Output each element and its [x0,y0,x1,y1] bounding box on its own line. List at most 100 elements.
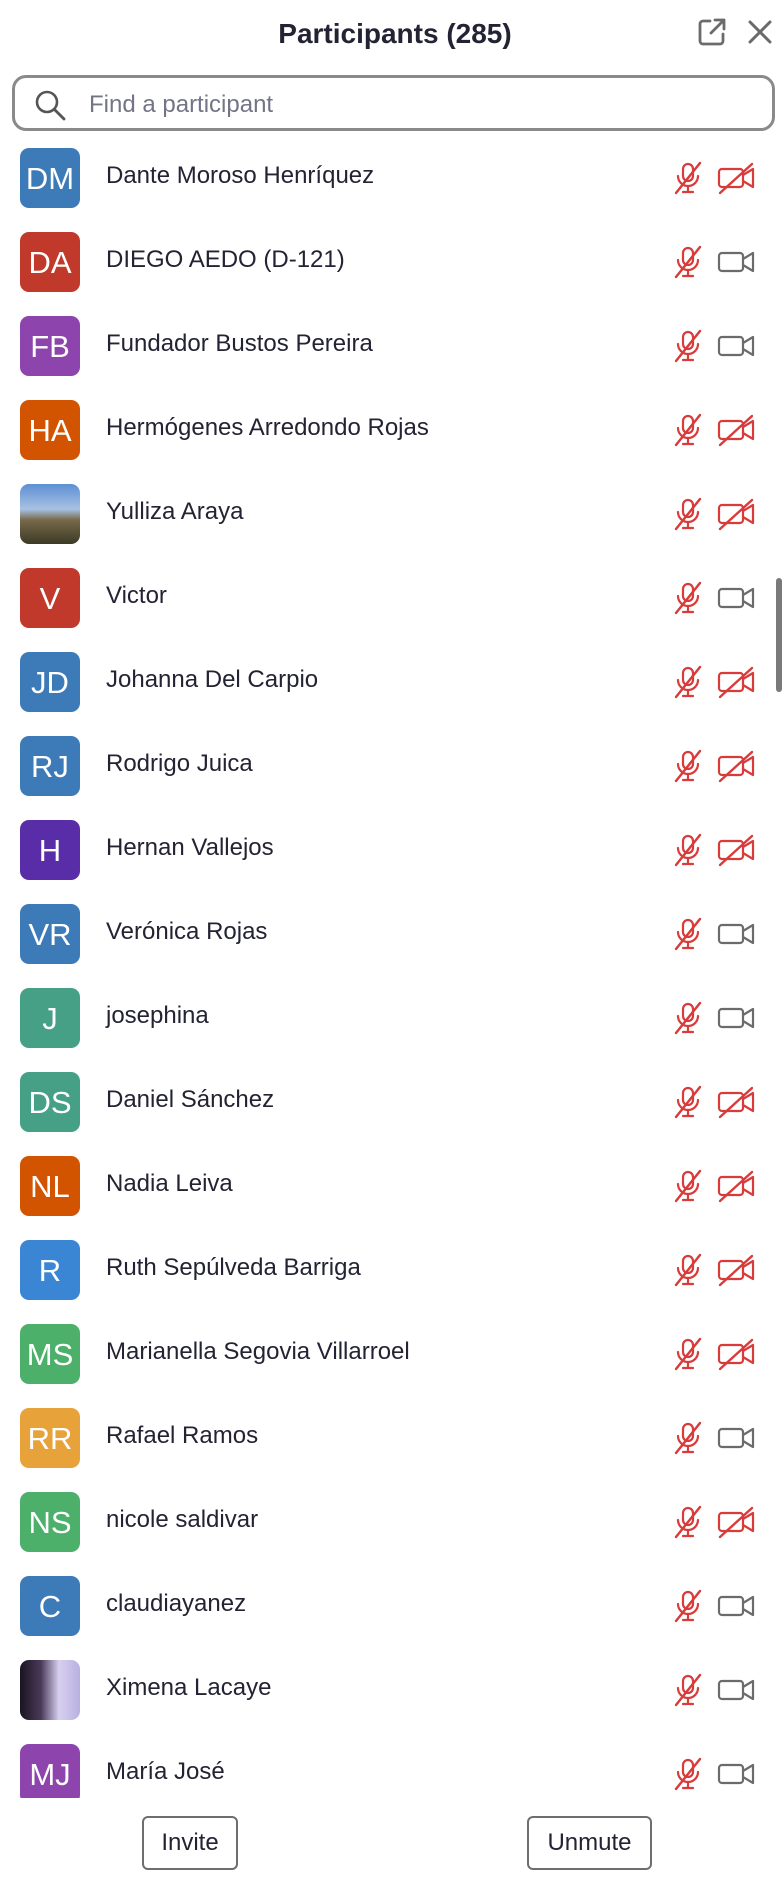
video-off-icon[interactable] [716,1168,756,1204]
mic-muted-icon[interactable] [670,328,706,364]
participant-row[interactable]: J josephina [0,980,782,1064]
video-off-icon[interactable] [716,832,756,868]
avatar: V [20,568,80,628]
avatar: HA [20,400,80,460]
avatar: FB [20,316,80,376]
avatar: C [20,1576,80,1636]
avatar: NL [20,1156,80,1216]
participant-row[interactable]: C claudiayanez [0,1568,782,1652]
close-icon[interactable] [744,16,776,48]
participant-row[interactable]: RR Rafael Ramos [0,1400,782,1484]
participant-name: Hermógenes Arredondo Rojas [106,414,429,441]
avatar: R [20,1240,80,1300]
participant-row[interactable]: FB Fundador Bustos Pereira [0,308,782,392]
participant-row[interactable]: R Ruth Sepúlveda Barriga [0,1232,782,1316]
panel-title: Participants (285) [278,18,512,49]
avatar: J [20,988,80,1048]
panel-footer: Invite Unmute [0,1798,782,1886]
participant-name: Ximena Lacaye [106,1674,272,1701]
mic-muted-icon[interactable] [670,1000,706,1036]
video-off-icon[interactable] [716,1252,756,1288]
mic-muted-icon[interactable] [670,496,706,532]
mic-muted-icon[interactable] [670,412,706,448]
search-input[interactable] [87,86,751,124]
video-off-icon[interactable] [716,412,756,448]
mic-muted-icon[interactable] [670,1504,706,1540]
avatar: DS [20,1072,80,1132]
mic-muted-icon[interactable] [670,1672,706,1708]
panel-header: Participants (285) [0,0,782,72]
participant-row[interactable]: MJ María José [0,1736,782,1798]
mic-muted-icon[interactable] [670,748,706,784]
participant-row[interactable]: Ximena Lacaye [0,1652,782,1736]
participant-row[interactable]: RJ Rodrigo Juica [0,728,782,812]
popout-icon[interactable] [696,16,728,48]
video-icon[interactable] [716,244,756,280]
video-icon[interactable] [716,328,756,364]
avatar: MS [20,1324,80,1384]
participant-row[interactable]: NL Nadia Leiva [0,1148,782,1232]
participant-name: Daniel Sánchez [106,1086,275,1113]
scrollbar-thumb[interactable] [776,578,782,692]
video-icon[interactable] [716,580,756,616]
participant-row[interactable]: Yulliza Araya [0,476,782,560]
video-icon[interactable] [716,1756,756,1792]
participant-row[interactable]: VR Verónica Rojas [0,896,782,980]
mic-muted-icon[interactable] [670,1588,706,1624]
participant-name: josephina [106,1002,209,1029]
mic-muted-icon[interactable] [670,664,706,700]
avatar: JD [20,652,80,712]
video-icon[interactable] [716,916,756,952]
invite-button[interactable]: Invite [142,1816,238,1870]
video-off-icon[interactable] [716,1336,756,1372]
mic-muted-icon[interactable] [670,160,706,196]
participant-row[interactable]: DA DIEGO AEDO (D-121) [0,224,782,308]
mic-muted-icon[interactable] [670,244,706,280]
participant-name: DIEGO AEDO (D-121) [106,246,345,273]
video-off-icon[interactable] [716,664,756,700]
video-off-icon[interactable] [716,1084,756,1120]
avatar: MJ [20,1744,80,1798]
search-icon [35,90,66,121]
video-off-icon[interactable] [716,1504,756,1540]
video-off-icon[interactable] [716,160,756,196]
video-icon[interactable] [716,1588,756,1624]
mic-muted-icon[interactable] [670,1420,706,1456]
participant-row[interactable]: V Victor [0,560,782,644]
avatar [20,1660,80,1720]
participant-name: claudiayanez [106,1590,247,1617]
avatar: VR [20,904,80,964]
participant-name: Verónica Rojas [106,918,268,945]
mic-muted-icon[interactable] [670,832,706,868]
avatar: DA [20,232,80,292]
video-icon[interactable] [716,1420,756,1456]
participant-row[interactable]: DS Daniel Sánchez [0,1064,782,1148]
mic-muted-icon[interactable] [670,916,706,952]
participant-name: Dante Moroso Henríquez [106,162,375,189]
mic-muted-icon[interactable] [670,1252,706,1288]
participant-row[interactable]: HA Hermógenes Arredondo Rojas [0,392,782,476]
participant-name: nicole saldivar [106,1506,259,1533]
mic-muted-icon[interactable] [670,1336,706,1372]
mic-muted-icon[interactable] [670,1756,706,1792]
video-icon[interactable] [716,1000,756,1036]
participant-name: Marianella Segovia Villarroel [106,1338,410,1365]
unmute-button[interactable]: Unmute [527,1816,652,1870]
participant-row[interactable]: NS nicole saldivar [0,1484,782,1568]
mic-muted-icon[interactable] [670,1168,706,1204]
avatar: RJ [20,736,80,796]
video-off-icon[interactable] [716,496,756,532]
video-off-icon[interactable] [716,748,756,784]
participant-name: Johanna Del Carpio [106,666,319,693]
video-icon[interactable] [716,1672,756,1708]
mic-muted-icon[interactable] [670,580,706,616]
participant-row[interactable]: MS Marianella Segovia Villarroel [0,1316,782,1400]
participant-name: María José [106,1758,225,1785]
avatar [20,484,80,544]
participant-row[interactable]: H Hernan Vallejos [0,812,782,896]
mic-muted-icon[interactable] [670,1084,706,1120]
avatar: RR [20,1408,80,1468]
participant-row[interactable]: JD Johanna Del Carpio [0,644,782,728]
participant-row[interactable]: DM Dante Moroso Henríquez [0,140,782,224]
participant-name: Nadia Leiva [106,1170,233,1197]
